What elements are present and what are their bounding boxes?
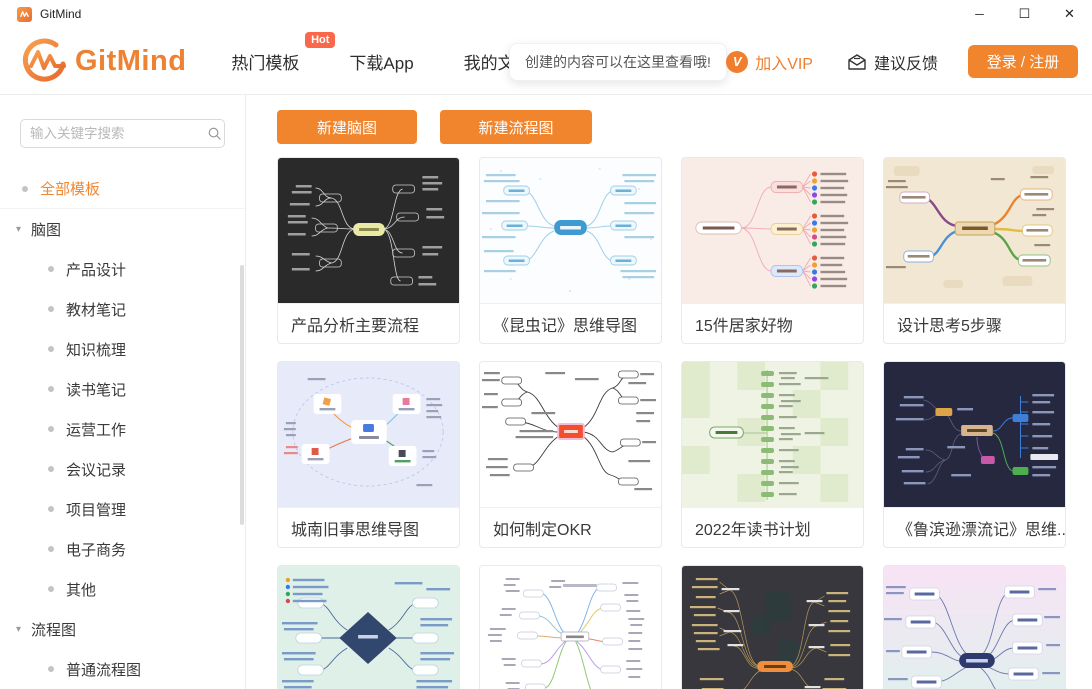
card-title: 设计思考5步骤 [884,303,1065,343]
card-thumbnail-charcoal-gold [682,566,863,689]
template-card[interactable]: 城南旧事思维导图 [277,361,460,548]
card-thumbnail-multicolor [480,566,661,689]
card-thumbnail-mint-diamond [278,566,459,689]
bullet-icon [48,506,54,512]
sidebar-item-product-design[interactable]: 产品设计 [0,249,245,289]
new-mindmap-button[interactable]: 新建脑图 [277,110,417,144]
maximize-button[interactable]: ☐ [1002,0,1047,28]
bullet-icon [48,586,54,592]
bullet-icon [48,466,54,472]
card-title: 2022年读书计划 [682,507,863,547]
sidebar-item-all-templates[interactable]: 全部模板 [0,169,245,209]
card-title: 城南旧事思维导图 [278,507,459,547]
sidebar-item-project-management[interactable]: 项目管理 [0,489,245,529]
search-box[interactable] [20,119,225,148]
bullet-icon [48,306,54,312]
template-card[interactable]: 15件居家好物 [681,157,864,344]
template-card[interactable] [681,565,864,689]
bullet-icon [48,386,54,392]
template-card[interactable]: 设计思考5步骤 [883,157,1066,344]
card-title: 《鲁滨逊漂流记》思维... [884,507,1065,547]
template-card[interactable] [883,565,1066,689]
bullet-icon [48,546,54,552]
my-files-tooltip: 创建的内容可以在这里查看哦! [509,43,727,81]
template-card[interactable]: 产品分析主要流程 [277,157,460,344]
join-vip-button[interactable]: V 加入VIP [726,50,813,74]
brand-name: GitMind [75,45,186,78]
sidebar-item-ecommerce[interactable]: 电子商务 [0,529,245,569]
window-titlebar: GitMind ─ ☐ ✕ [0,0,1092,28]
sidebar-item-reading-notes[interactable]: 读书笔记 [0,369,245,409]
template-card[interactable]: 2022年读书计划 [681,361,864,548]
card-thumbnail-home-goods [682,158,863,303]
gitmind-logo[interactable]: GitMind [20,37,186,85]
envelope-icon [847,53,867,71]
card-title: 产品分析主要流程 [278,303,459,343]
gitmind-logo-icon [20,37,68,85]
card-thumbnail-reading-plan [682,362,863,507]
hot-badge: Hot [305,32,335,48]
card-title: 15件居家好物 [682,303,863,343]
sidebar-item-basic-flowchart[interactable]: 普通流程图 [0,649,245,689]
chevron-down-icon: ▾ [16,624,21,635]
card-thumbnail-okr [480,362,661,507]
search-icon [207,126,222,141]
search-input[interactable] [30,126,207,141]
bullet-icon [48,266,54,272]
card-thumbnail-design-thinking [884,158,1065,303]
bullet-icon [48,426,54,432]
feedback-button[interactable]: 建议反馈 [847,50,938,74]
sidebar-scrollbar[interactable] [240,265,244,525]
main-content: 新建脑图 新建流程图 [246,95,1092,689]
card-title: 如何制定OKR [480,507,661,547]
card-thumbnail-dark-mindmap [278,158,459,303]
sidebar-item-other[interactable]: 其他 [0,569,245,609]
header: GitMind 热门模板 Hot 下载App 我的文件 创建的内容可以在这里查看… [0,28,1092,95]
template-card[interactable]: 《昆虫记》思维导图 [479,157,662,344]
nav-hot-templates[interactable]: 热门模板 Hot [231,49,299,74]
sidebar-item-operations[interactable]: 运营工作 [0,409,245,449]
card-title: 《昆虫记》思维导图 [480,303,661,343]
chevron-down-icon: ▾ [16,224,21,235]
login-register-button[interactable]: 登录 / 注册 [968,45,1078,78]
template-card[interactable] [479,565,662,689]
card-thumbnail-pink-teal [884,566,1065,689]
vip-icon: V [726,51,748,73]
card-thumbnail-chengnan [278,362,459,507]
sidebar-item-textbook-notes[interactable]: 教材笔记 [0,289,245,329]
bullet-icon [22,186,28,192]
nav-download-app[interactable]: 下载App [349,49,413,74]
sidebar-item-meeting-minutes[interactable]: 会议记录 [0,449,245,489]
card-thumbnail-insect-mindmap [480,158,661,303]
bullet-icon [48,346,54,352]
app-icon [17,7,32,22]
card-thumbnail-robinson [884,362,1065,507]
template-card[interactable] [277,565,460,689]
sidebar: 全部模板 ▾ 脑图 产品设计 教材笔记 知识梳理 读书笔记 运营工作 会议记 [0,95,246,689]
sidebar-item-knowledge[interactable]: 知识梳理 [0,329,245,369]
template-card[interactable]: 如何制定OKR [479,361,662,548]
minimize-button[interactable]: ─ [957,0,1002,28]
close-button[interactable]: ✕ [1047,0,1092,28]
template-category-list: 全部模板 ▾ 脑图 产品设计 教材笔记 知识梳理 读书笔记 运营工作 会议记 [0,169,245,689]
window-title: GitMind [40,7,81,21]
sidebar-group-flowchart[interactable]: ▾ 流程图 [0,609,245,649]
sidebar-group-mindmap[interactable]: ▾ 脑图 [0,209,245,249]
template-grid: 产品分析主要流程 [277,157,1066,689]
template-card[interactable]: 《鲁滨逊漂流记》思维... [883,361,1066,548]
new-flowchart-button[interactable]: 新建流程图 [440,110,592,144]
bullet-icon [48,666,54,672]
